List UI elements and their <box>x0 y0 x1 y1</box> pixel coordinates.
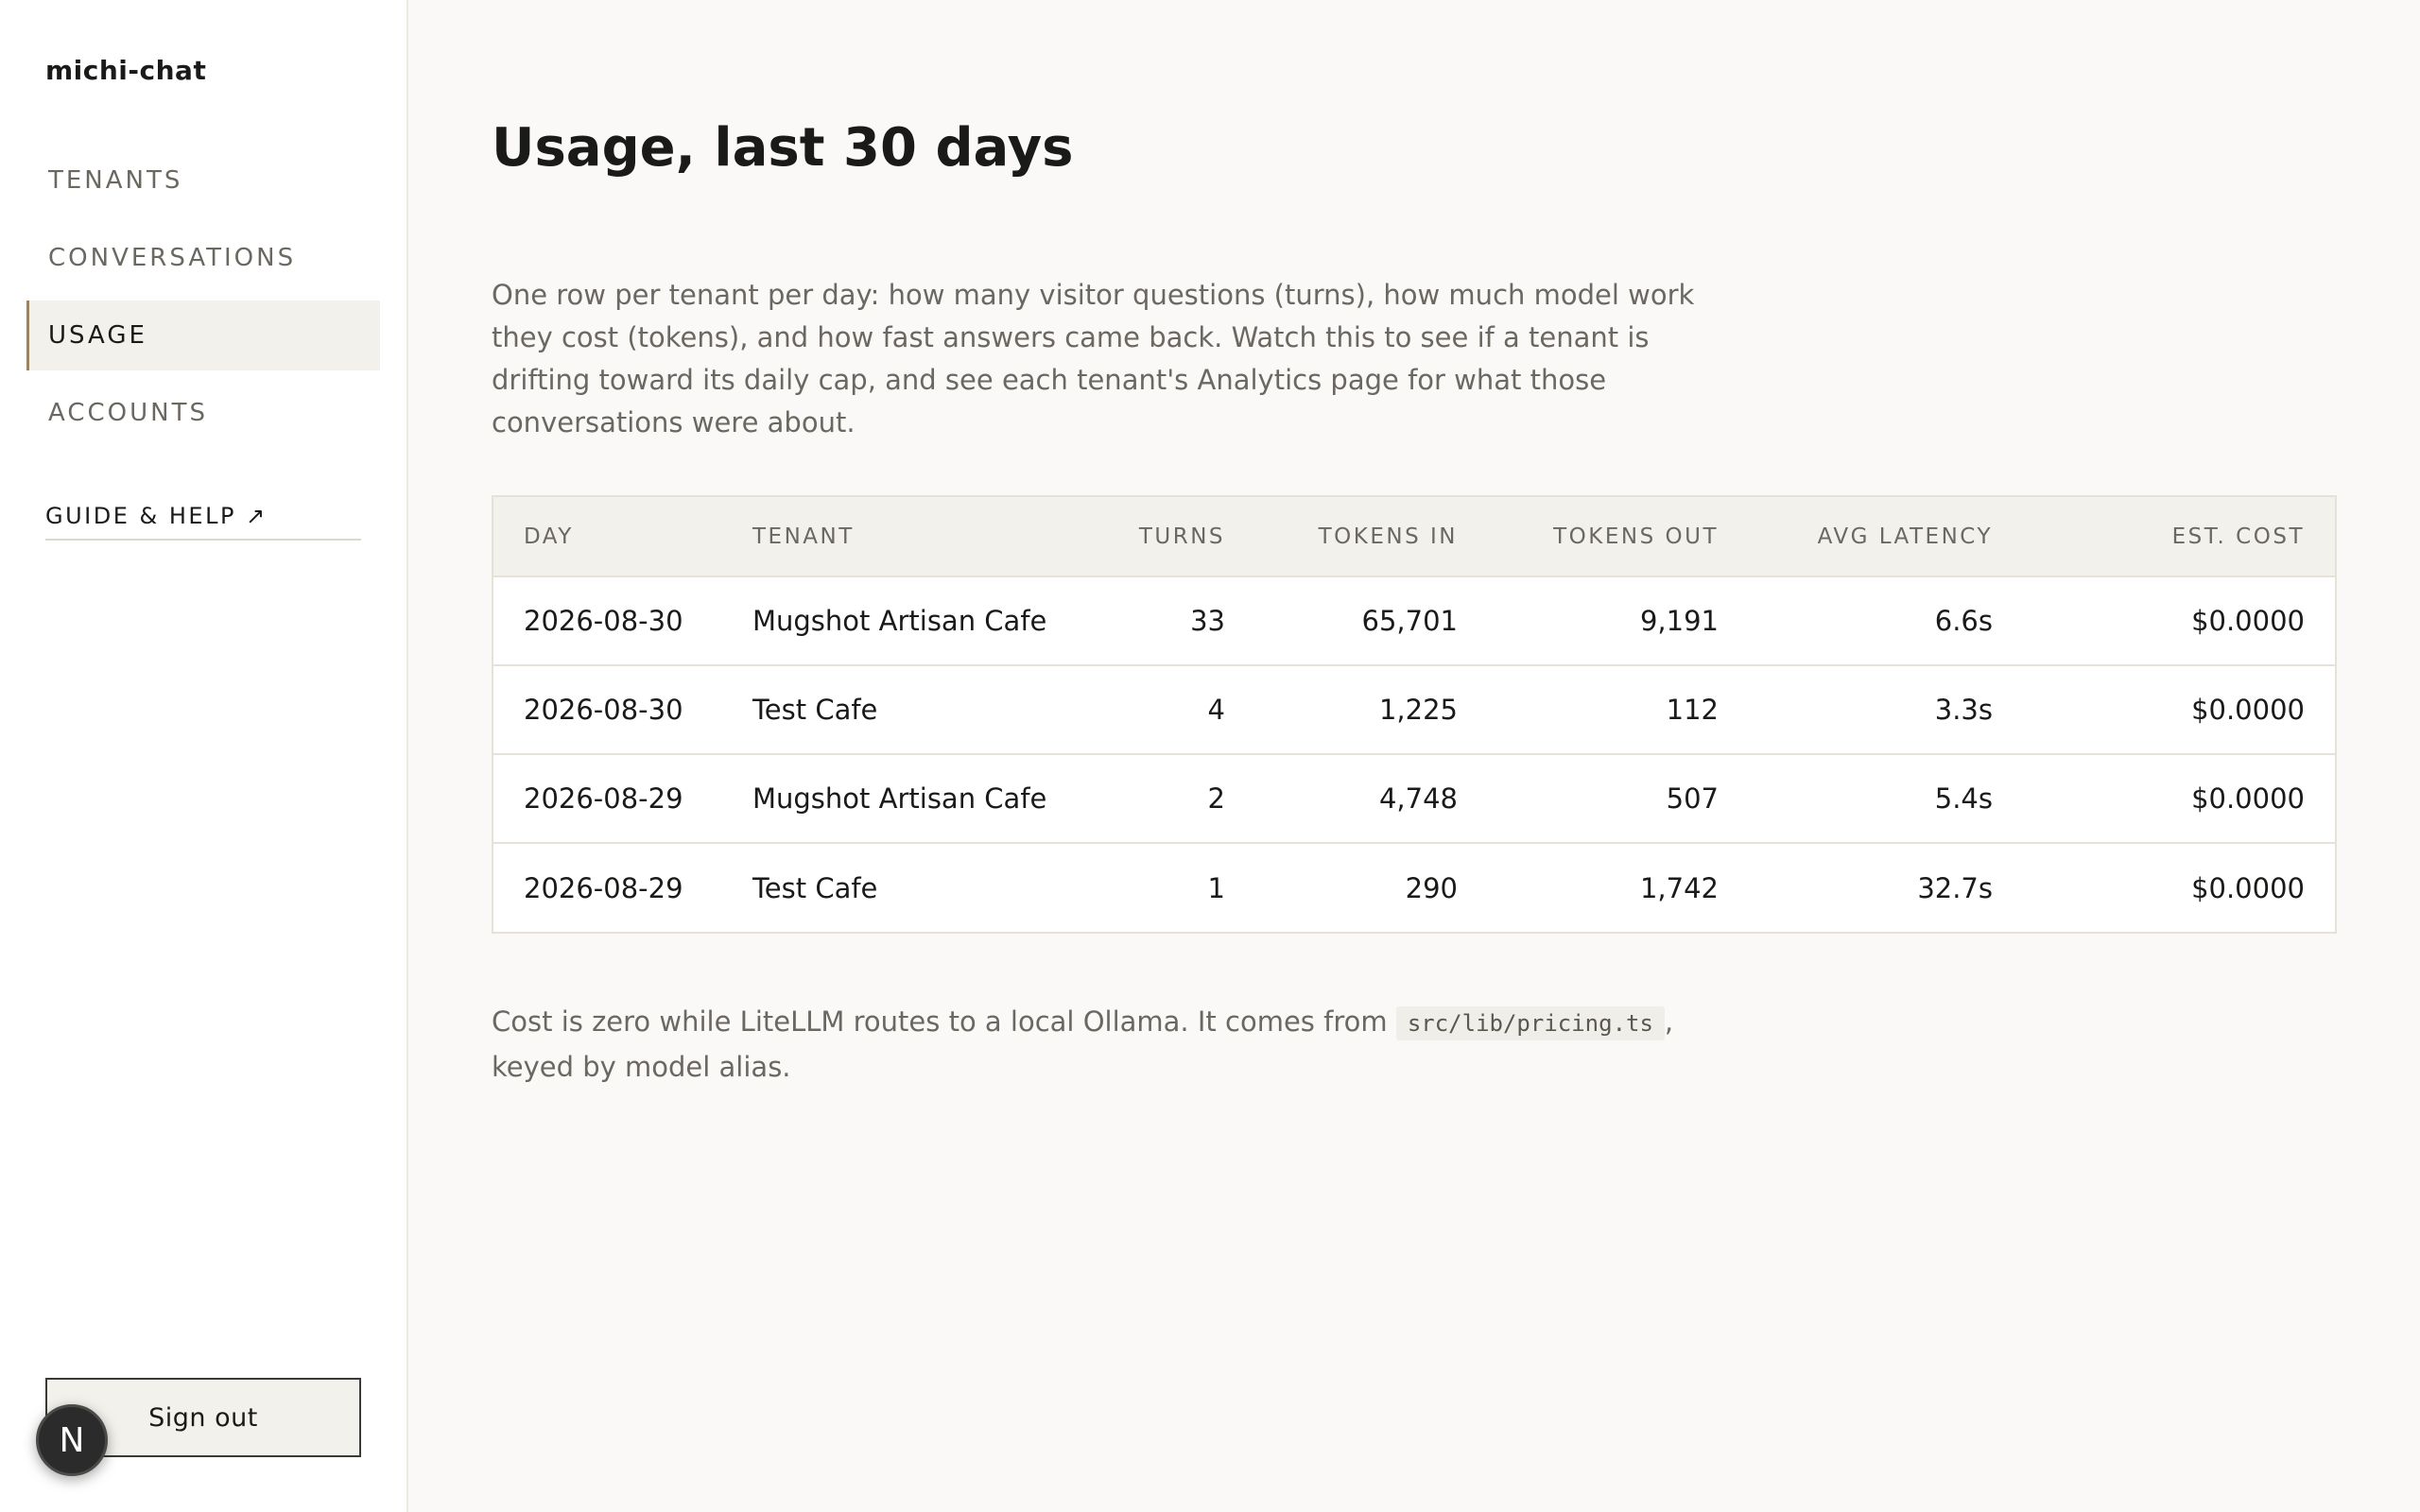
sidebar-item-accounts[interactable]: ACCOUNTS <box>26 378 380 448</box>
table-row: 2026-08-30 Test Cafe 4 1,225 112 3.3s $0… <box>493 665 2335 754</box>
cell-tenant: Test Cafe <box>752 871 878 904</box>
n-badge-icon[interactable]: N <box>36 1404 108 1476</box>
column-header-tokens-out: TOKENS OUT <box>1553 524 1719 549</box>
column-header-tenant: TENANT <box>752 524 855 549</box>
table-row: 2026-08-29 Test Cafe 1 290 1,742 32.7s $… <box>493 843 2335 932</box>
cell-day: 2026-08-29 <box>524 782 683 815</box>
column-header-est-cost: EST. COST <box>2171 524 2305 549</box>
cell-est-cost: $0.0000 <box>2191 605 2305 637</box>
cell-tokens-in: 1,225 <box>1378 694 1458 726</box>
page-title: Usage, last 30 days <box>492 117 1074 179</box>
table-header-row: DAY TENANT TURNS TOKENS IN TOKENS OUT AV… <box>493 497 2335 576</box>
cell-turns: 1 <box>1207 871 1225 904</box>
sidebar: michi-chat TENANTS CONVERSATIONS USAGE A… <box>0 0 408 1512</box>
pricing-file-path: src/lib/pricing.ts <box>1395 1006 1665 1040</box>
column-header-avg-latency: AVG LATENCY <box>1817 524 1993 549</box>
main-content: Usage, last 30 days One row per tenant p… <box>408 0 2420 1512</box>
cost-note-text: Cost is zero while LiteLLM routes to a l… <box>492 1005 1396 1038</box>
cell-day: 2026-08-29 <box>524 871 683 904</box>
brand-logo[interactable]: michi-chat <box>45 55 206 86</box>
cell-turns: 33 <box>1190 605 1225 637</box>
usage-table: DAY TENANT TURNS TOKENS IN TOKENS OUT AV… <box>492 495 2337 934</box>
table-row: 2026-08-29 Mugshot Artisan Cafe 2 4,748 … <box>493 754 2335 843</box>
sidebar-item-usage[interactable]: USAGE <box>26 301 380 370</box>
cell-est-cost: $0.0000 <box>2191 782 2305 815</box>
cell-day: 2026-08-30 <box>524 694 683 726</box>
cell-avg-latency: 32.7s <box>1917 871 1993 904</box>
cell-tokens-in: 4,748 <box>1378 782 1458 815</box>
cell-tenant: Mugshot Artisan Cafe <box>752 605 1047 637</box>
cell-est-cost: $0.0000 <box>2191 694 2305 726</box>
cell-tokens-in: 65,701 <box>1361 605 1458 637</box>
cell-tokens-out: 9,191 <box>1639 605 1719 637</box>
cell-avg-latency: 3.3s <box>1934 694 1993 726</box>
cost-note: Cost is zero while LiteLLM routes to a l… <box>492 1000 1720 1089</box>
column-header-tokens-in: TOKENS IN <box>1318 524 1458 549</box>
guide-help-link[interactable]: GUIDE & HELP ↗ <box>45 503 361 541</box>
cell-tokens-in: 290 <box>1405 871 1458 904</box>
cell-day: 2026-08-30 <box>524 605 683 637</box>
sidebar-item-tenants[interactable]: TENANTS <box>26 146 380 215</box>
column-header-day: DAY <box>524 524 574 549</box>
column-header-turns: TURNS <box>1138 524 1225 549</box>
cell-tokens-out: 1,742 <box>1639 871 1719 904</box>
cell-turns: 2 <box>1207 782 1225 815</box>
cell-avg-latency: 6.6s <box>1934 605 1993 637</box>
cell-tokens-out: 507 <box>1666 782 1719 815</box>
sidebar-item-conversations[interactable]: CONVERSATIONS <box>26 223 380 293</box>
cell-tenant: Mugshot Artisan Cafe <box>752 782 1047 815</box>
cell-tokens-out: 112 <box>1666 694 1719 726</box>
intro-text: One row per tenant per day: how many vis… <box>492 279 1695 438</box>
table-row: 2026-08-30 Mugshot Artisan Cafe 33 65,70… <box>493 576 2335 665</box>
cell-turns: 4 <box>1207 694 1225 726</box>
sidebar-nav: TENANTS CONVERSATIONS USAGE ACCOUNTS <box>26 146 380 455</box>
app-root: michi-chat TENANTS CONVERSATIONS USAGE A… <box>0 0 2420 1512</box>
cell-tenant: Test Cafe <box>752 694 878 726</box>
cell-avg-latency: 5.4s <box>1934 782 1993 815</box>
cell-est-cost: $0.0000 <box>2191 871 2305 904</box>
